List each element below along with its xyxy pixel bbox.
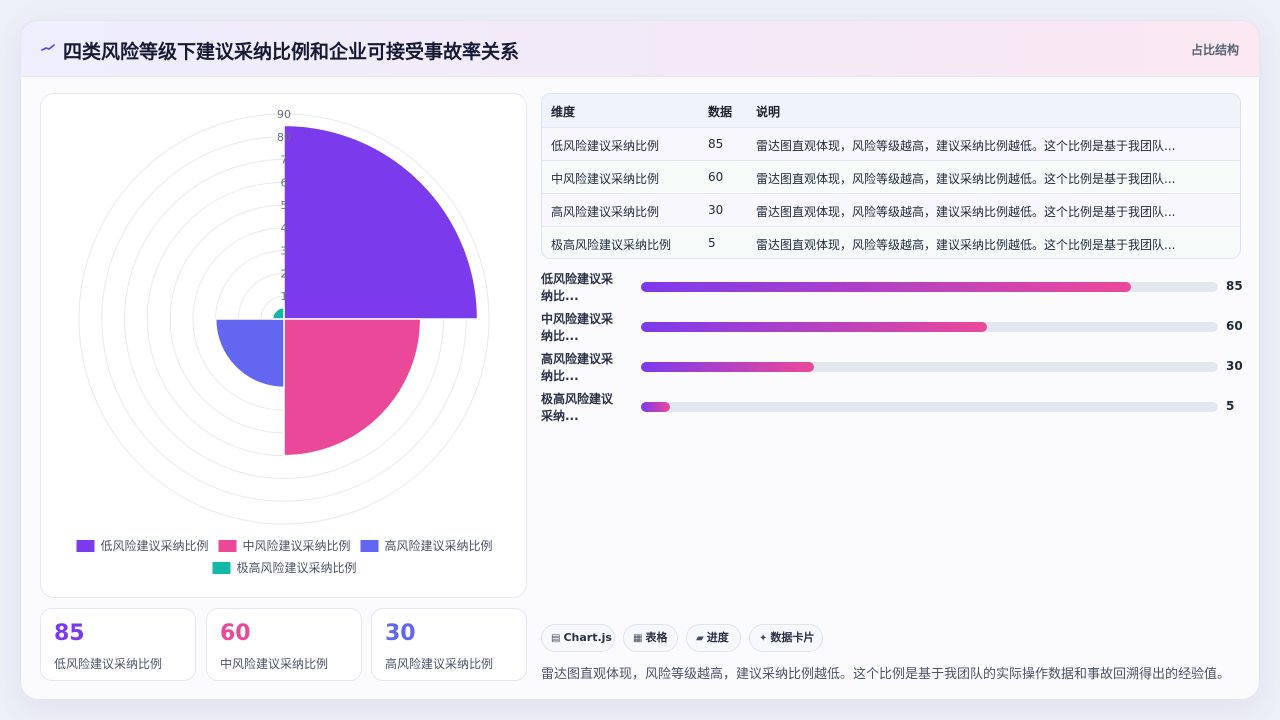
progress-label: 极高风险建议采纳... <box>541 392 614 423</box>
stat-value: 30 <box>385 621 416 646</box>
progress-track <box>641 322 1218 332</box>
table-icon: ▦ <box>633 633 643 644</box>
legend-swatch <box>218 540 237 552</box>
stat-label: 低风险建议采纳比例 <box>54 657 163 671</box>
table-cell: 高风险建议采纳比例 <box>551 205 660 219</box>
table-cell: 30 <box>708 203 724 217</box>
tick-label: 6 <box>281 176 288 189</box>
chart-panel: 1 2 3 4 5 6 7 80 90 低风险建议采纳比例 中风险建议采纳比例 高风险建议采纳比例极高… <box>40 93 527 598</box>
table-row: 中风险建议采纳比例 60 雷达图直观体现，风险等级越高，建议采纳比例越低。这个比… <box>542 160 1240 193</box>
table-cell: 雷达图直观体现，风险等级越高，建议采纳比例越低。这个比例是基于我团队... <box>756 139 1176 153</box>
polar-slice <box>283 124 479 320</box>
tick-label: 7 <box>281 154 288 167</box>
progress-row: 低风险建议采纳比... 85 <box>541 271 1243 307</box>
stat-card-high: 30 高风险建议采纳比例 <box>371 608 527 681</box>
table-cell: 雷达图直观体现，风险等级越高，建议采纳比例越低。这个比例是基于我团队... <box>756 238 1176 252</box>
sparkle-icon: ✦ <box>759 633 768 644</box>
table-cell: 85 <box>708 137 724 151</box>
tick-label: 1 <box>281 290 288 303</box>
table-cell: 中风险建议采纳比例 <box>551 172 660 186</box>
progress-label: 高风险建议采纳比... <box>541 352 614 383</box>
stat-label: 中风险建议采纳比例 <box>220 657 329 671</box>
progress-row: 高风险建议采纳比... 30 <box>541 351 1243 387</box>
table-cell: 极高风险建议采纳比例 <box>551 238 672 252</box>
progress-fill <box>641 322 988 332</box>
tick-label: 80 <box>277 131 291 144</box>
table-cell: 低风险建议采纳比例 <box>551 139 660 153</box>
legend-swatch <box>360 540 379 552</box>
chip-label: Chart.js <box>563 631 612 644</box>
table-row: 低风险建议采纳比例 85 雷达图直观体现，风险等级越高，建议采纳比例越低。这个比… <box>542 127 1240 160</box>
progress-value: 30 <box>1226 359 1243 373</box>
progress-icon: ▰ <box>696 633 704 644</box>
header: 四类风险等级下建议采纳比例和企业可接受事故率关系 占比结构 <box>21 21 1259 77</box>
polar-slice <box>283 318 422 457</box>
legend-label: 低风险建议采纳比例 <box>100 538 208 553</box>
table-cell: 5 <box>708 236 716 250</box>
legend-swatch <box>76 540 95 552</box>
pulse-icon <box>41 44 55 51</box>
chart-icon: ▤ <box>551 633 561 644</box>
stat-value: 85 <box>54 621 85 646</box>
chip-label: 数据卡片 <box>770 631 815 644</box>
chip-progress[interactable]: ▰ 进度 <box>686 624 741 652</box>
footnote: 雷达图直观体现，风险等级越高，建议采纳比例越低。这个比例是基于我团队的实际操作数… <box>541 667 1231 682</box>
tick-label: 3 <box>281 245 288 258</box>
chip-label: 表格 <box>645 631 668 644</box>
stat-label: 高风险建议采纳比例 <box>385 657 494 671</box>
progress-value: 85 <box>1226 279 1243 293</box>
polar-slice <box>271 306 285 320</box>
progress-track <box>641 362 1218 372</box>
stat-card-low: 85 低风险建议采纳比例 <box>40 608 196 681</box>
table-header-cell: 维度 <box>551 105 576 119</box>
progress-row: 极高风险建议采纳... 5 <box>541 391 1241 427</box>
progress-fill <box>641 282 1132 292</box>
stat-card-mid: 60 中风险建议采纳比例 <box>206 608 362 681</box>
legend-swatch <box>212 562 231 574</box>
tick-label: 5 <box>281 199 288 212</box>
header-tag: 占比结构 <box>1190 43 1239 57</box>
progress-fill <box>641 402 670 412</box>
table-row: 高风险建议采纳比例 30 雷达图直观体现，风险等级越高，建议采纳比例越低。这个比… <box>542 193 1240 226</box>
tick-label: 2 <box>281 267 288 280</box>
legend-label: 中风险建议采纳比例 <box>242 538 350 553</box>
table-header-row: 维度 数据 说明 <box>542 94 1240 127</box>
chip-table[interactable]: ▦ 表格 <box>623 624 678 652</box>
progress-track <box>641 282 1218 292</box>
table-row: 极高风险建议采纳比例 5 雷达图直观体现，风险等级越高，建议采纳比例越低。这个比… <box>542 226 1240 258</box>
polar-slice <box>214 318 285 389</box>
table-cell: 60 <box>708 170 724 184</box>
chip-data-card[interactable]: ✦ 数据卡片 <box>749 624 823 652</box>
progress-fill <box>641 362 815 372</box>
polar-area-chart: 1 2 3 4 5 6 7 80 90 低风险建议采纳比例 中风险建议采纳比例 高风险建议采纳比例极高… <box>76 108 493 575</box>
chip-label: 进度 <box>706 631 729 644</box>
dashboard-card: 四类风险等级下建议采纳比例和企业可接受事故率关系 占比结构 1 2 3 4 5 6 7 80 9… <box>20 20 1260 700</box>
table-header-cell: 数据 <box>708 105 733 119</box>
progress-label: 中风险建议采纳比... <box>541 312 614 343</box>
table-cell: 雷达图直观体现，风险等级越高，建议采纳比例越低。这个比例是基于我团队... <box>756 205 1176 219</box>
table-cell: 雷达图直观体现，风险等级越高，建议采纳比例越低。这个比例是基于我团队... <box>756 172 1176 186</box>
progress-value: 60 <box>1226 319 1243 333</box>
progress-track <box>641 402 1218 412</box>
progress-row: 中风险建议采纳比... 60 <box>541 311 1243 347</box>
legend-label: 极高风险建议采纳比例 <box>236 560 356 575</box>
table-header-cell: 说明 <box>756 105 781 119</box>
progress-value: 5 <box>1226 399 1235 413</box>
progress-label: 低风险建议采纳比... <box>541 272 614 303</box>
legend-label: 高风险建议采纳比例 <box>385 538 493 553</box>
data-table: 维度 数据 说明 低风险建议采纳比例 85 雷达图直观体现，风险等级越高，建议采… <box>541 93 1241 259</box>
chip-chartjs[interactable]: ▤ Chart.js <box>541 624 615 652</box>
tick-label: 4 <box>281 222 288 235</box>
stat-value: 60 <box>220 621 251 646</box>
tick-label: 90 <box>277 108 291 121</box>
page-title: 四类风险等级下建议采纳比例和企业可接受事故率关系 <box>63 41 520 63</box>
